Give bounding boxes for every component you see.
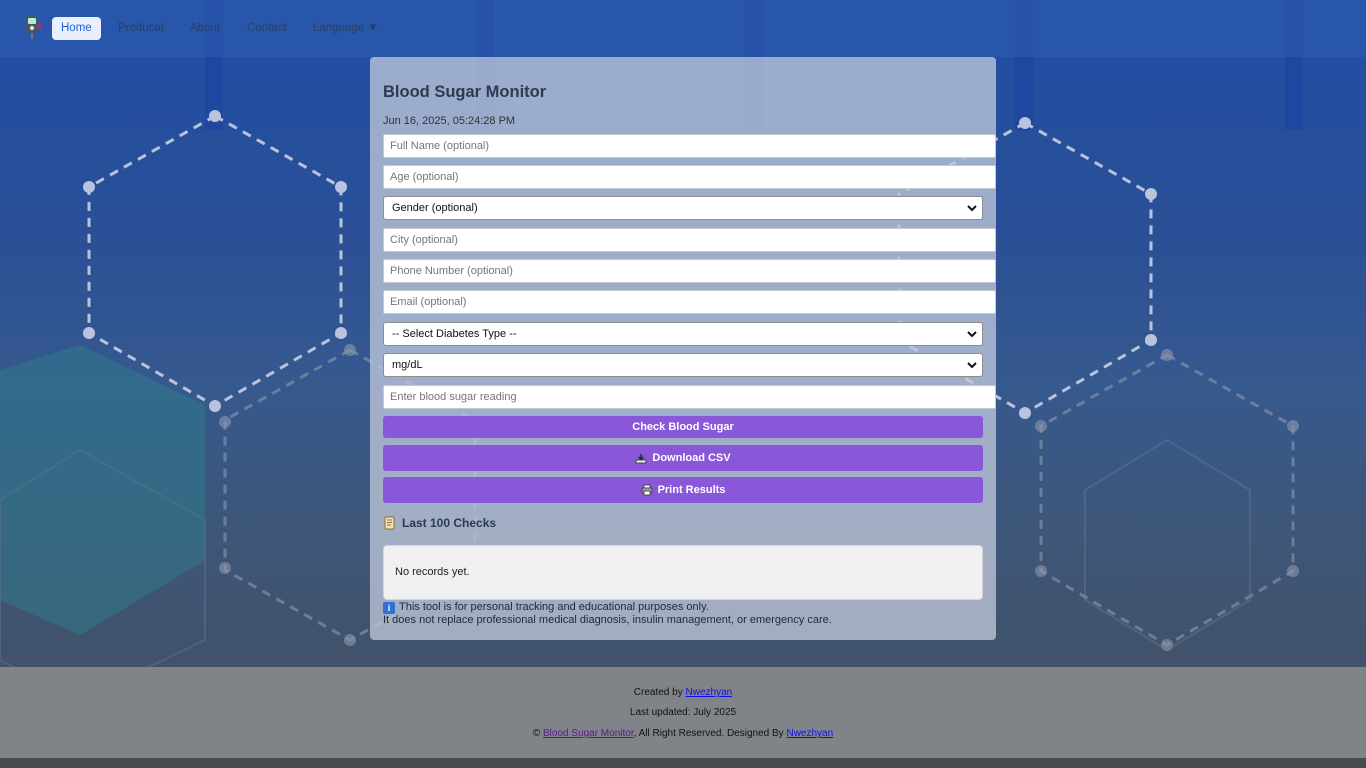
footer-copyright: © Blood Sugar Monitor, All Right Reserve… [0, 728, 1366, 739]
history-heading: Last 100 Checks [383, 516, 496, 530]
gender-select[interactable]: Gender (optional) [383, 196, 983, 220]
top-navbar: Home Producat About Contact Language ▼ [0, 0, 1366, 57]
page-title: Blood Sugar Monitor [383, 83, 547, 101]
disclaimer: i This tool is for personal tracking and … [383, 601, 832, 627]
footer-created-by: Created by Nwezhyan [0, 687, 1366, 698]
print-results-button[interactable]: Print Results [383, 477, 983, 503]
created-by-link[interactable]: Nwezhyan [686, 687, 733, 698]
blood-sugar-reading-input[interactable]: Enter blood sugar reading [383, 385, 996, 409]
monitor-card: Blood Sugar Monitor Jun 16, 2025, 05:24:… [370, 57, 996, 640]
history-title: Last 100 Checks [402, 516, 497, 530]
rights-text: , All Right Reserved. Designed By [633, 728, 784, 739]
disclaimer-line-1: This tool is for personal tracking and e… [399, 601, 709, 613]
current-datetime: Jun 16, 2025, 05:24:28 PM [383, 115, 516, 127]
footer: Created by Nwezhyan Last updated: July 2… [0, 667, 1366, 758]
chevron-down-icon [967, 331, 977, 338]
unit-select[interactable]: mg/dL [383, 353, 983, 377]
designer-link[interactable]: Nwezhyan [786, 728, 833, 739]
chevron-down-icon [967, 362, 977, 369]
created-by-prefix: Created by [633, 687, 683, 698]
gender-select-value: Gender (optional) [392, 202, 478, 214]
nav-about[interactable]: About [181, 17, 229, 40]
check-blood-sugar-button[interactable]: Check Blood Sugar [383, 416, 983, 438]
glucose-meter-icon[interactable] [24, 14, 44, 40]
printer-icon [641, 484, 652, 496]
records-list: No records yet. [383, 545, 983, 600]
check-button-label: Check Blood Sugar [632, 421, 734, 433]
bottom-strip [0, 758, 1366, 768]
email-input[interactable]: Email (optional) [383, 290, 996, 314]
download-csv-button[interactable]: Download CSV [383, 445, 983, 471]
disclaimer-line-2: It does not replace professional medical… [383, 614, 832, 626]
download-button-label: Download CSV [652, 452, 731, 464]
nav-product[interactable]: Producat [109, 17, 173, 40]
diabetes-type-select-value: -- Select Diabetes Type -- [392, 328, 517, 340]
info-icon: i [383, 602, 395, 614]
no-records-text: No records yet. [395, 566, 470, 578]
diabetes-type-select[interactable]: -- Select Diabetes Type -- [383, 322, 983, 346]
download-tray-icon [635, 453, 647, 463]
nav-home[interactable]: Home [52, 17, 101, 40]
age-input[interactable]: Age (optional) [383, 165, 996, 189]
unit-select-value: mg/dL [392, 359, 423, 371]
print-button-label: Print Results [657, 484, 726, 496]
copyright-symbol: © [532, 728, 541, 739]
scroll-icon [384, 516, 395, 530]
full-name-input[interactable]: Full Name (optional) [383, 134, 996, 158]
nav-contact[interactable]: Contact [238, 17, 296, 40]
phone-input[interactable]: Phone Number (optional) [383, 259, 996, 283]
chevron-down-icon [967, 205, 977, 212]
footer-last-updated: Last updated: July 2025 [629, 707, 737, 718]
site-link[interactable]: Blood Sugar Monitor [543, 728, 634, 739]
city-input[interactable]: City (optional) [383, 228, 996, 252]
nav-language-dropdown[interactable]: Language ▼ [304, 17, 388, 40]
